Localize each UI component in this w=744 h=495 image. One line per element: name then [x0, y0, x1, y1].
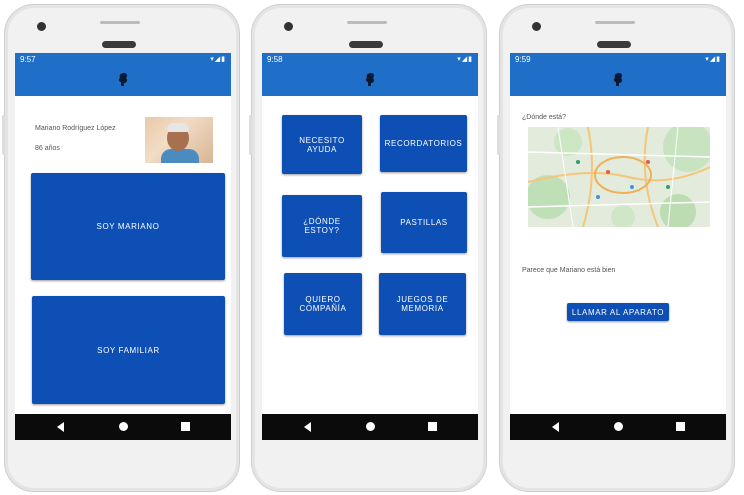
speaker-grille: [102, 41, 136, 48]
signal-icon: ▾◢▮: [210, 56, 226, 63]
donde-estoy-button[interactable]: ¿DÓNDE ESTOY?: [282, 195, 362, 257]
app-logo-icon: [613, 73, 623, 86]
location-map[interactable]: [528, 127, 710, 227]
back-icon[interactable]: [304, 422, 311, 432]
soy-mariano-button[interactable]: SOY MARIANO: [31, 173, 225, 280]
quiero-compania-button[interactable]: QUIERO COMPAÑÍA: [284, 273, 362, 335]
home-icon[interactable]: [614, 422, 623, 431]
sensor: [595, 21, 635, 24]
sensor: [347, 21, 387, 24]
phone-frame-2: 9:58 ▾◢▮ NECESITO AYUDA RECORDATORIOS ¿D…: [249, 4, 487, 492]
profile-age: 86 años: [35, 145, 60, 152]
juegos-de-memoria-button[interactable]: JUEGOS DE MEMORIA: [379, 273, 466, 335]
location-question: ¿Dónde está?: [522, 114, 566, 121]
speaker-grille: [349, 41, 383, 48]
status-time: 9:57: [20, 55, 36, 64]
back-icon[interactable]: [552, 422, 559, 432]
camera-icon: [37, 22, 46, 31]
call-device-button[interactable]: LLAMAR AL APARATO: [567, 303, 669, 321]
app-logo-icon: [118, 73, 128, 86]
home-icon[interactable]: [366, 422, 375, 431]
speaker-grille: [597, 41, 631, 48]
app-bar: [510, 66, 726, 96]
app-bar: [262, 66, 478, 96]
phone-frame-1: 9:57 ▾◢▮ Mariano Rodríguez López 86 años…: [2, 4, 240, 492]
camera-icon: [284, 22, 293, 31]
home-icon[interactable]: [119, 422, 128, 431]
status-bar: 9:59 ▾◢▮: [510, 53, 726, 66]
status-time: 9:58: [267, 55, 283, 64]
camera-icon: [532, 22, 541, 31]
profile-photo: [145, 117, 213, 163]
signal-icon: ▾◢▮: [705, 56, 721, 63]
pastillas-button[interactable]: PASTILLAS: [381, 192, 467, 253]
nav-bar: [510, 414, 726, 440]
app-logo-icon: [365, 73, 375, 86]
recents-icon[interactable]: [428, 422, 437, 431]
back-icon[interactable]: [57, 422, 64, 432]
status-bar: 9:58 ▾◢▮: [262, 53, 478, 66]
nav-bar: [262, 414, 478, 440]
recents-icon[interactable]: [181, 422, 190, 431]
phone-frame-3: 9:59 ▾◢▮ ¿Dónde está? Parece que Mariano…: [497, 4, 735, 492]
status-time: 9:59: [515, 55, 531, 64]
status-message: Parece que Mariano está bien: [522, 267, 616, 274]
recents-icon[interactable]: [676, 422, 685, 431]
nav-bar: [15, 414, 231, 440]
profile-name: Mariano Rodríguez López: [35, 125, 116, 132]
screen-home: 9:57 ▾◢▮ Mariano Rodríguez López 86 años…: [15, 53, 231, 440]
soy-familiar-button[interactable]: SOY FAMILIAR: [32, 296, 225, 404]
status-bar: 9:57 ▾◢▮: [15, 53, 231, 66]
sensor: [100, 21, 140, 24]
signal-icon: ▾◢▮: [457, 56, 473, 63]
screen-location: 9:59 ▾◢▮ ¿Dónde está? Parece que Mariano…: [510, 53, 726, 440]
screen-menu: 9:58 ▾◢▮ NECESITO AYUDA RECORDATORIOS ¿D…: [262, 53, 478, 440]
recordatorios-button[interactable]: RECORDATORIOS: [380, 115, 467, 172]
necesito-ayuda-button[interactable]: NECESITO AYUDA: [282, 115, 362, 174]
app-bar: [15, 66, 231, 96]
